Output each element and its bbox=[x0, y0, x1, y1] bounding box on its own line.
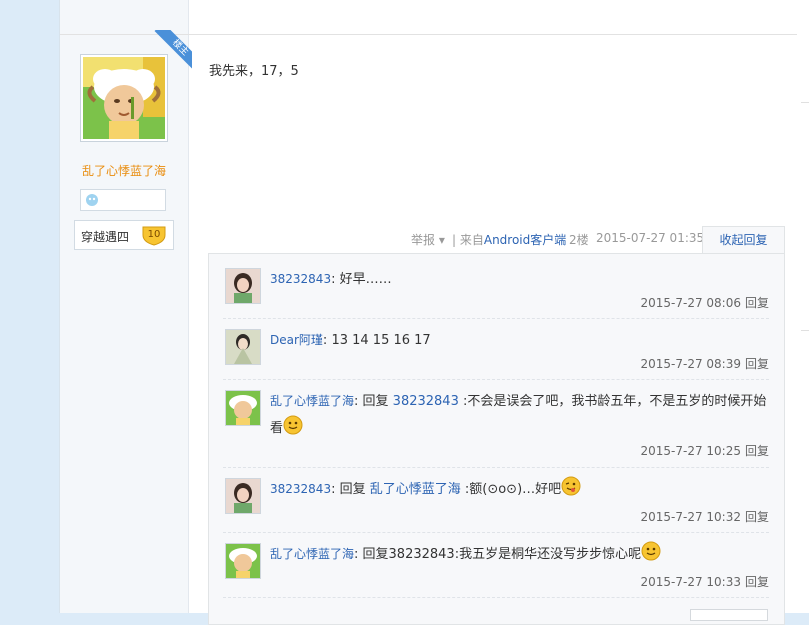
comment-meta: 2015-7-27 10:25 回复 bbox=[640, 444, 769, 458]
rank-bar bbox=[80, 189, 166, 211]
report-link[interactable]: 举报 ▾ bbox=[411, 231, 445, 247]
comment-author[interactable]: 乱了心悸蓝了海 bbox=[270, 547, 354, 561]
comment-avatar[interactable] bbox=[225, 543, 261, 579]
louzhu-badge: 楼主 bbox=[152, 30, 192, 70]
comment-author[interactable]: Dear阿瑾 bbox=[270, 333, 323, 347]
comment-meta: 2015-7-27 08:06 回复 bbox=[640, 296, 769, 310]
comment-avatar[interactable] bbox=[225, 268, 261, 304]
comment-meta: 2015-7-27 10:33 回复 bbox=[640, 575, 769, 589]
reply-target-link[interactable]: 38232843 bbox=[393, 394, 459, 409]
comment-divider bbox=[223, 379, 769, 380]
from-client: | 来自Android客户端 bbox=[452, 233, 567, 247]
comment-text: 38232843: 回复 乱了心悸蓝了海 :额(⊙o⊙)…好吧 bbox=[270, 476, 770, 506]
comment-item: Dear阿瑾: 13 14 15 16 17 2015-7-27 08:39 回复 bbox=[223, 329, 769, 381]
comment-author[interactable]: 38232843 bbox=[270, 272, 331, 286]
comment-panel: 38232843: 好早…… 2015-7-27 08:06 回复 Dear阿瑾:… bbox=[208, 253, 785, 625]
reply-button[interactable]: 回复 bbox=[745, 510, 769, 524]
reply-button[interactable]: 回复 bbox=[745, 444, 769, 458]
reply-target-link[interactable]: 乱了心悸蓝了海 bbox=[370, 482, 461, 497]
collapse-replies-button[interactable]: 收起回复 bbox=[702, 226, 785, 255]
level-badge-icon: 10 bbox=[141, 224, 167, 249]
comment-divider bbox=[223, 532, 769, 533]
comment-avatar[interactable] bbox=[225, 390, 261, 426]
comment-text: 38232843: 好早…… bbox=[270, 272, 392, 287]
comment-item: 38232843: 好早…… 2015-7-27 08:06 回复 bbox=[223, 268, 769, 320]
reply-button[interactable]: 回复 bbox=[745, 575, 769, 589]
comment-avatar[interactable] bbox=[225, 329, 261, 365]
comment-meta: 2015-7-27 08:39 回复 bbox=[640, 357, 769, 371]
smile-emoji-icon bbox=[641, 541, 661, 571]
comment-divider bbox=[223, 467, 769, 468]
floor-number: 2楼 bbox=[569, 233, 589, 247]
right-edge bbox=[797, 0, 809, 613]
comment-item: 乱了心悸蓝了海: 回复38232843:我五岁是桐华还没写步步惊心呢 2015-… bbox=[223, 541, 770, 595]
comment-text: 乱了心悸蓝了海: 回复 38232843 :不会是误会了吧，我书龄五年，不是五岁… bbox=[270, 388, 770, 445]
comment-text: Dear阿瑾: 13 14 15 16 17 bbox=[270, 333, 431, 348]
comment-meta: 2015-7-27 10:32 回复 bbox=[640, 510, 769, 524]
reply-button[interactable]: 回复 bbox=[745, 357, 769, 371]
reply-button[interactable]: 回复 bbox=[745, 296, 769, 310]
comment-author[interactable]: 乱了心悸蓝了海 bbox=[270, 394, 354, 408]
smile-emoji-icon bbox=[283, 415, 303, 445]
client-link[interactable]: Android客户端 bbox=[484, 233, 566, 247]
robot-icon bbox=[85, 193, 99, 210]
level-box[interactable]: 穿越遇四 10 bbox=[74, 220, 174, 250]
level-number: 10 bbox=[148, 229, 161, 240]
comment-item: 38232843: 回复 乱了心悸蓝了海 :额(⊙o⊙)…好吧 2015-7-2… bbox=[223, 476, 770, 530]
post-time: 2015-07-27 01:35 bbox=[596, 231, 705, 245]
comment-item: 乱了心悸蓝了海: 回复 38232843 :不会是误会了吧，我书龄五年，不是五岁… bbox=[223, 390, 769, 466]
comment-text: 乱了心悸蓝了海: 回复38232843:我五岁是桐华还没写步步惊心呢 bbox=[270, 541, 770, 571]
comment-divider bbox=[223, 597, 769, 598]
post-content: 我先来，17，5 bbox=[209, 64, 299, 79]
reply-input-button[interactable] bbox=[690, 609, 768, 621]
level-name: 穿越遇四 bbox=[81, 230, 130, 244]
comment-author[interactable]: 38232843 bbox=[270, 482, 331, 496]
comment-divider bbox=[223, 318, 769, 319]
tongue-emoji-icon bbox=[561, 476, 581, 506]
comment-avatar[interactable] bbox=[225, 478, 261, 514]
author-name[interactable]: 乱了心悸蓝了海 bbox=[82, 162, 166, 179]
